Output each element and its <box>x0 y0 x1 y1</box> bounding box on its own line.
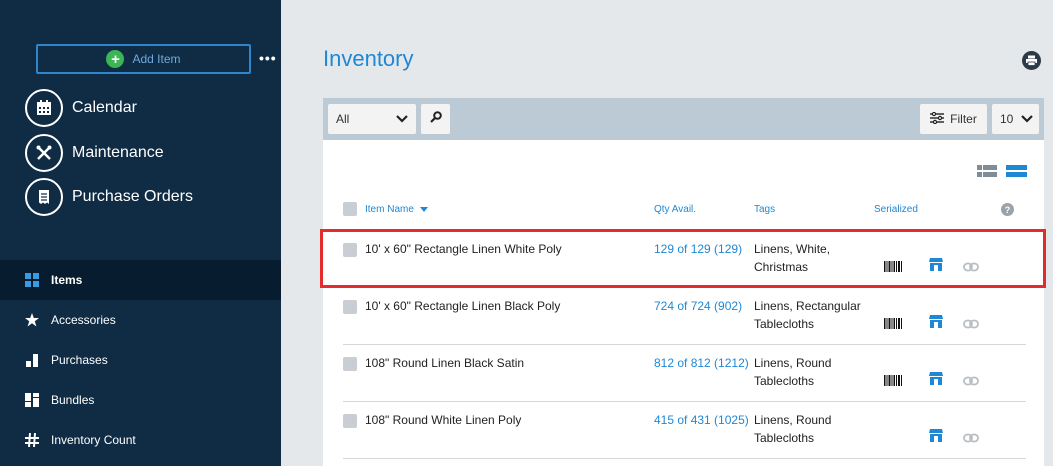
print-icon[interactable] <box>1022 51 1041 70</box>
qty-avail[interactable]: 724 of 724 (902) <box>654 297 749 315</box>
row-divider <box>343 458 1026 459</box>
nav-calendar[interactable]: Calendar <box>25 89 137 127</box>
column-header-item-name[interactable]: Item Name <box>365 204 428 215</box>
sidebar-item-label: Inventory Count <box>51 433 136 447</box>
item-name-header-label: Item Name <box>365 204 414 215</box>
column-header-qty-avail[interactable]: Qty Avail. <box>654 204 696 215</box>
per-page-select[interactable]: 10 <box>992 104 1039 134</box>
item-name[interactable]: 10' x 60" Rectangle Linen Black Poly <box>365 297 560 315</box>
sidebar-item-bundles[interactable]: Bundles <box>0 380 281 420</box>
hash-icon <box>25 433 39 447</box>
sidebar-item-accessories[interactable]: Accessories <box>0 300 281 340</box>
qty-avail[interactable]: 812 of 812 (1212) <box>654 354 749 372</box>
bar-icon <box>25 353 39 367</box>
select-all-checkbox[interactable] <box>343 202 357 216</box>
page-title: Inventory <box>323 46 414 71</box>
item-name[interactable]: 108" Round White Linen Poly <box>365 411 521 429</box>
nav-maintenance-label: Maintenance <box>72 144 164 161</box>
add-item-button[interactable]: + Add Item <box>36 44 251 74</box>
sidebar-item-label: Accessories <box>51 313 116 327</box>
sidebar-item-label: Bundles <box>51 393 95 407</box>
sidebar-item-purchases[interactable]: Purchases <box>0 340 281 380</box>
list-view-icon[interactable] <box>977 164 997 182</box>
plus-icon: + <box>106 50 125 68</box>
item-tags: Linens, Rectangular Tablecloths <box>754 299 861 331</box>
search-button[interactable] <box>421 104 450 134</box>
receipt-icon <box>25 178 63 216</box>
bundle-icon <box>25 393 39 407</box>
grid-icon <box>25 273 39 287</box>
qty-avail[interactable]: 415 of 431 (1025) <box>654 411 749 429</box>
column-header-tags[interactable]: Tags <box>754 204 775 215</box>
help-icon[interactable]: ? <box>1001 203 1014 216</box>
calendar-icon <box>25 89 63 127</box>
row-divider <box>343 401 1026 402</box>
nav-maintenance[interactable]: Maintenance <box>25 134 164 172</box>
store-icon[interactable] <box>929 314 943 333</box>
item-tags: Linens, Round Tablecloths <box>754 413 832 445</box>
row-divider <box>343 344 1026 345</box>
nav-calendar-label: Calendar <box>72 99 137 116</box>
sidebar: + Add Item ••• Calendar Maintenance Purc… <box>0 0 281 466</box>
sidebar-item-label: Purchases <box>51 353 108 367</box>
tools-icon <box>25 134 63 172</box>
highlight-box <box>320 229 1046 288</box>
chevron-down-icon <box>396 112 408 126</box>
link-icon[interactable] <box>963 316 979 334</box>
item-tags: Linens, Round Tablecloths <box>754 356 832 388</box>
item-name[interactable]: 108" Round Linen Black Satin <box>365 354 524 372</box>
sliders-icon <box>930 111 945 127</box>
link-icon[interactable] <box>963 430 979 448</box>
column-header-serialized[interactable]: Serialized <box>874 204 918 215</box>
link-icon[interactable] <box>963 373 979 391</box>
chevron-down-icon <box>1021 112 1033 126</box>
more-options-icon[interactable]: ••• <box>259 50 277 66</box>
add-item-label: Add Item <box>132 52 181 66</box>
nav-purchase-orders[interactable]: Purchase Orders <box>25 178 193 216</box>
toolbar: All Filter 10 <box>323 98 1044 140</box>
store-icon[interactable] <box>929 428 943 447</box>
star-icon <box>25 313 39 327</box>
search-icon <box>429 110 442 128</box>
nav-purchase-orders-label: Purchase Orders <box>72 188 193 205</box>
row-checkbox[interactable] <box>343 357 357 371</box>
barcode-icon <box>884 373 902 391</box>
row-checkbox[interactable] <box>343 414 357 428</box>
category-select-value: All <box>336 112 350 126</box>
sidebar-item-items[interactable]: Items <box>0 260 281 300</box>
row-checkbox[interactable] <box>343 300 357 314</box>
sort-down-icon <box>419 204 428 215</box>
row-view-icon[interactable] <box>1006 164 1027 182</box>
filter-button[interactable]: Filter <box>920 104 987 134</box>
filter-label: Filter <box>950 112 977 126</box>
barcode-icon <box>884 316 902 334</box>
sidebar-item-label: Items <box>51 273 83 287</box>
store-icon[interactable] <box>929 371 943 390</box>
per-page-value: 10 <box>1000 112 1014 126</box>
sidebar-item-inventory-count[interactable]: Inventory Count <box>0 420 281 460</box>
category-select[interactable]: All <box>328 104 416 134</box>
